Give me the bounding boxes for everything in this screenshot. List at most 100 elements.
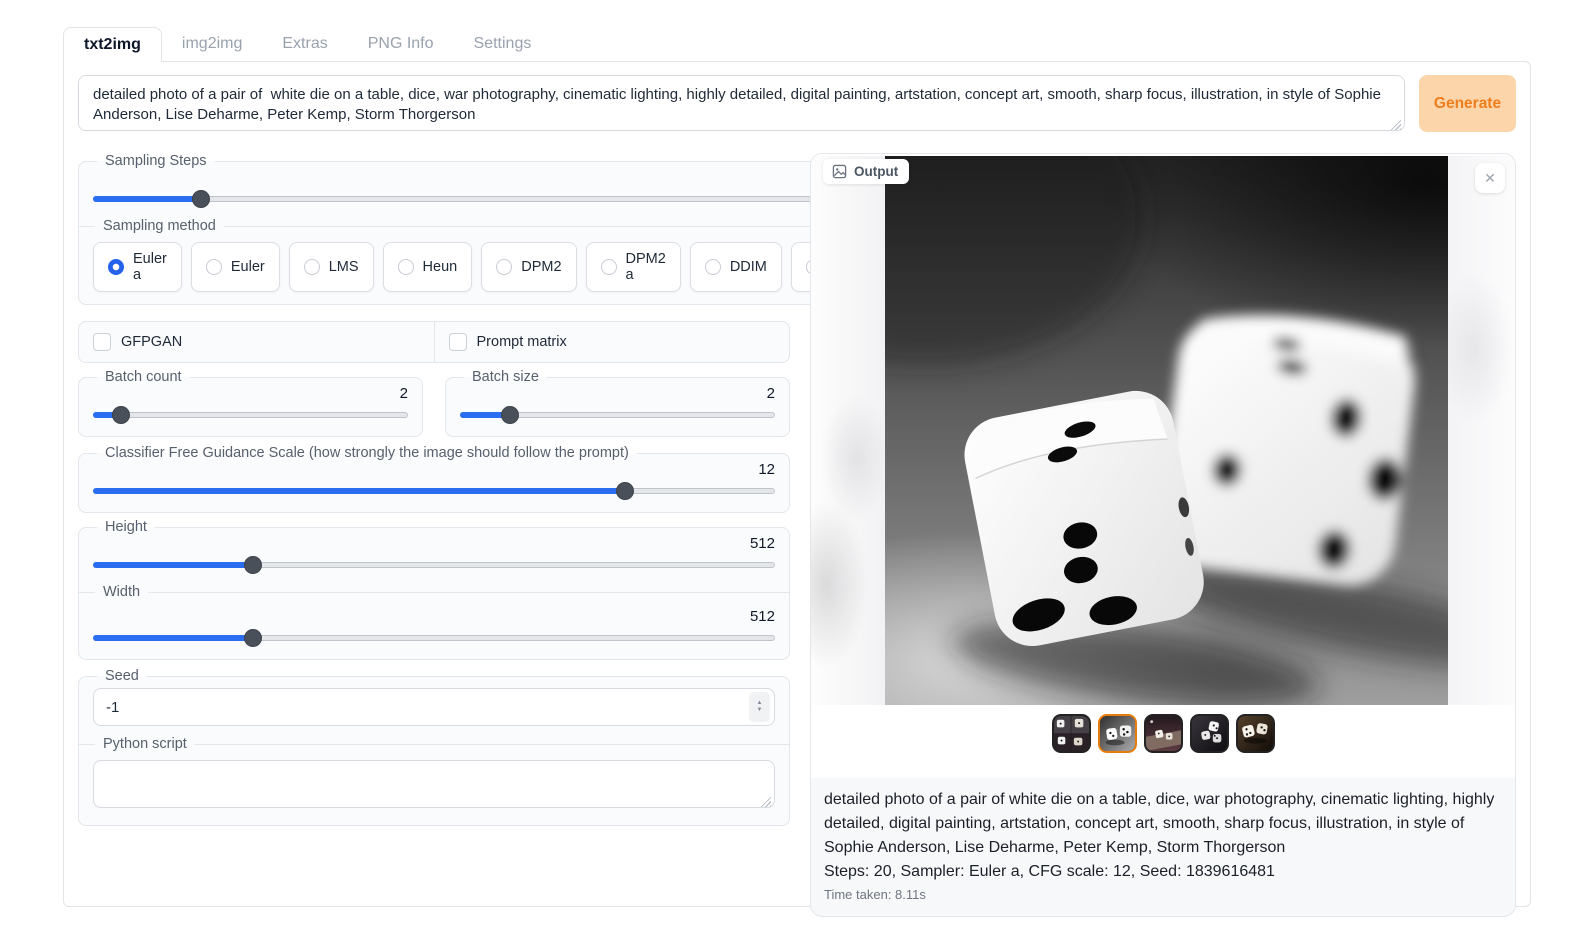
sampler-option-dpm2[interactable]: DPM2 (481, 242, 576, 292)
slider-handle[interactable] (501, 406, 519, 424)
checkbox-icon[interactable] (449, 333, 467, 351)
batch-row: Batch count 2 Batch size 2 (78, 369, 790, 437)
seed-input[interactable] (93, 688, 775, 726)
width-label: Width (79, 584, 789, 600)
chevron-down-icon[interactable]: ▼ (757, 707, 763, 714)
sampling-steps-value: 20 (93, 169, 885, 187)
gfpgan-label: GFPGAN (121, 334, 182, 350)
seed-group: Seed ▲ ▼ Python script (78, 668, 790, 826)
batch-count-group: Batch count 2 (78, 369, 423, 437)
radio-icon (601, 259, 617, 275)
caption-parameters: Steps: 20, Sampler: Euler a, CFG scale: … (824, 860, 1502, 884)
txt2img-panel: detailed photo of a pair of white die on… (63, 61, 1531, 907)
close-icon[interactable]: ✕ (1475, 163, 1505, 193)
slider-handle[interactable] (616, 482, 634, 500)
tab-settings[interactable]: Settings (454, 27, 552, 61)
height-label: Height (97, 519, 155, 535)
options-row: GFPGAN Prompt matrix (78, 321, 790, 363)
output-header: Output (823, 159, 909, 184)
batch-size-slider[interactable] (460, 406, 775, 424)
generated-image (885, 156, 1448, 705)
prompt-row: detailed photo of a pair of white die on… (78, 75, 1516, 136)
slider-track[interactable] (93, 412, 408, 418)
batch-size-group: Batch size 2 (445, 369, 790, 437)
sampler-option-heun[interactable]: Heun (383, 242, 473, 292)
width-slider[interactable] (93, 629, 775, 647)
dimensions-group: Height 512 Width 512 (78, 519, 790, 660)
sampler-option-euler-a[interactable]: Euler a (93, 242, 182, 292)
stable-diffusion-webui: txt2img img2img Extras PNG Info Settings… (63, 25, 1531, 907)
tab-png-info[interactable]: PNG Info (348, 27, 454, 61)
gallery-thumbnail-4[interactable] (1190, 714, 1229, 753)
prompt-matrix-checkbox[interactable]: Prompt matrix (434, 322, 790, 362)
cfg-scale-value: 12 (93, 461, 775, 479)
sampling-steps-label: Sampling Steps (97, 153, 215, 169)
sampler-option-label: DPM2 (521, 259, 561, 275)
gallery-right-fade (1441, 156, 1515, 705)
thumbnail-strip (811, 714, 1515, 753)
gallery-thumbnail-5[interactable] (1236, 714, 1275, 753)
sampling-group: Sampling Steps 20 Sampling method Euler … (78, 153, 900, 305)
tab-extras[interactable]: Extras (262, 27, 347, 61)
time-taken: Time taken: 8.11s (824, 887, 1502, 902)
generation-info: detailed photo of a pair of white die on… (811, 778, 1515, 916)
tab-img2img[interactable]: img2img (162, 27, 262, 61)
radio-icon (496, 259, 512, 275)
tab-bar: txt2img img2img Extras PNG Info Settings (63, 25, 1531, 61)
slider-handle[interactable] (244, 629, 262, 647)
height-value: 512 (93, 535, 775, 553)
sampler-option-ddim[interactable]: DDIM (690, 242, 782, 292)
image-icon (832, 164, 847, 179)
slider-handle[interactable] (244, 556, 262, 574)
python-script-input[interactable] (93, 760, 775, 808)
height-slider[interactable] (93, 556, 775, 574)
chevron-up-icon[interactable]: ▲ (757, 700, 763, 707)
radio-icon (108, 259, 124, 275)
prompt-matrix-label: Prompt matrix (477, 334, 567, 350)
output-panel: Output ✕ (810, 153, 1516, 917)
settings-column: Sampling Steps 20 Sampling method Euler … (78, 153, 790, 917)
seed-label: Seed (97, 668, 147, 684)
slider-fill (93, 635, 253, 641)
sampler-option-label: Euler (231, 259, 265, 275)
batch-count-label: Batch count (97, 369, 190, 385)
tab-txt2img[interactable]: txt2img (63, 27, 162, 62)
sampler-option-dpm2-a[interactable]: DPM2 a (586, 242, 681, 292)
slider-track[interactable] (93, 196, 885, 202)
slider-handle[interactable] (192, 190, 210, 208)
cfg-scale-label: Classifier Free Guidance Scale (how stro… (97, 445, 637, 461)
seed-stepper[interactable]: ▲ ▼ (749, 692, 770, 722)
batch-count-slider[interactable] (93, 406, 408, 424)
sampler-option-label: DDIM (730, 259, 767, 275)
slider-fill (93, 488, 625, 494)
slider-handle[interactable] (112, 406, 130, 424)
python-script-label: Python script (79, 736, 789, 752)
output-gallery: Output ✕ (811, 154, 1515, 778)
sampler-option-label: Euler a (133, 251, 167, 283)
output-column: Output ✕ (810, 153, 1516, 917)
gallery-thumbnail-1[interactable] (1052, 714, 1091, 753)
output-header-label: Output (854, 164, 898, 179)
radio-icon (304, 259, 320, 275)
sampler-option-label: Heun (423, 259, 458, 275)
generate-button[interactable]: Generate (1419, 75, 1516, 132)
gallery-thumbnail-2[interactable] (1098, 714, 1137, 753)
sampler-option-label: LMS (329, 259, 359, 275)
gfpgan-checkbox[interactable]: GFPGAN (79, 322, 434, 362)
gallery-left-fade (811, 156, 885, 705)
sampler-option-euler[interactable]: Euler (191, 242, 280, 292)
sampler-option-lms[interactable]: LMS (289, 242, 374, 292)
batch-size-label: Batch size (464, 369, 547, 385)
checkbox-icon[interactable] (93, 333, 111, 351)
radio-icon (206, 259, 222, 275)
sampler-option-label: DPM2 a (626, 251, 666, 283)
sampling-steps-slider[interactable] (93, 190, 885, 208)
caption-prompt: detailed photo of a pair of white die on… (824, 788, 1502, 860)
batch-count-value: 2 (93, 385, 408, 403)
radio-icon (398, 259, 414, 275)
gallery-thumbnail-3[interactable] (1144, 714, 1183, 753)
cfg-scale-slider[interactable] (93, 482, 775, 500)
slider-fill (93, 562, 253, 568)
width-value: 512 (93, 608, 775, 626)
prompt-input[interactable]: detailed photo of a pair of white die on… (78, 75, 1405, 131)
